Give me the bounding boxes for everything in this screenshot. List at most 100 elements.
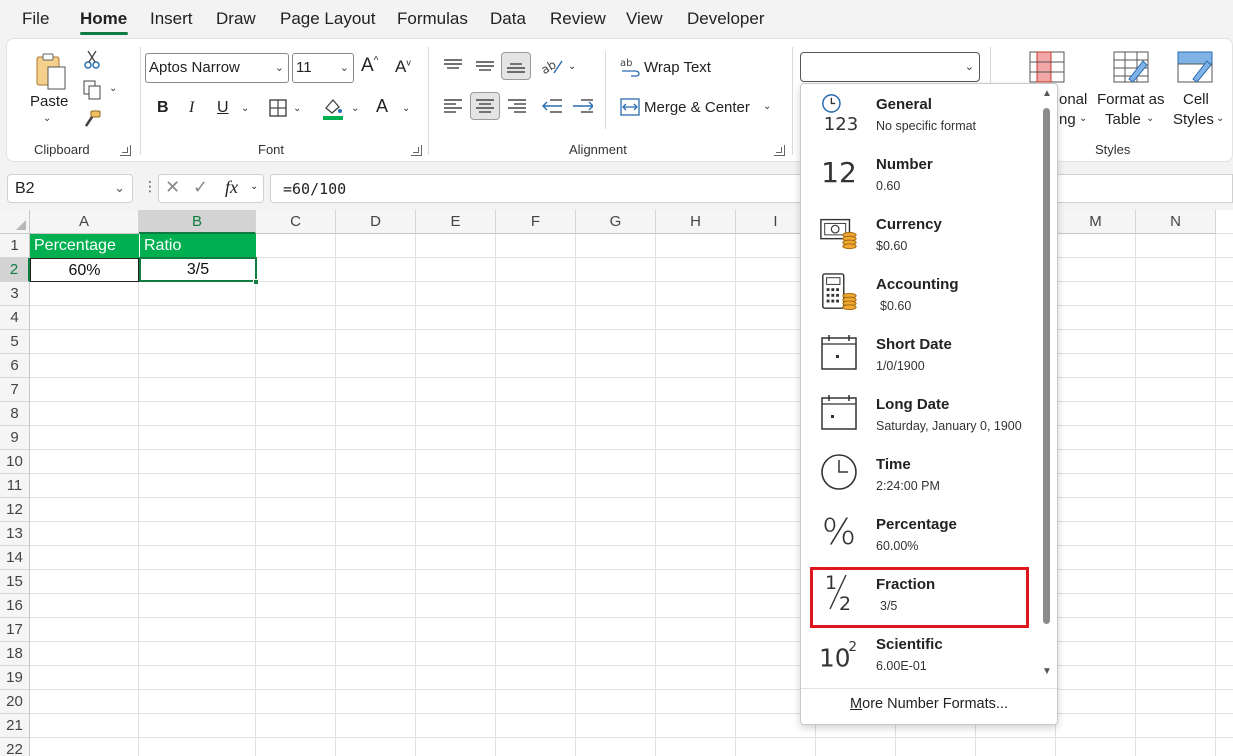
- row-header-6[interactable]: 6: [0, 354, 30, 378]
- increase-indent-icon[interactable]: [571, 95, 595, 117]
- row-header-19[interactable]: 19: [0, 666, 30, 690]
- row-header-22[interactable]: 22: [0, 738, 30, 756]
- row-header-8[interactable]: 8: [0, 402, 30, 426]
- format-as-table-label-2[interactable]: Table: [1105, 111, 1141, 128]
- merge-center-button[interactable]: Merge & Center: [644, 99, 750, 116]
- tab-insert[interactable]: Insert: [150, 9, 193, 29]
- font-launcher-icon[interactable]: [411, 145, 422, 156]
- column-header-d[interactable]: D: [336, 210, 416, 234]
- format-option-long-date[interactable]: Long Date Saturday, January 0, 1900: [801, 384, 1037, 444]
- align-bottom-icon[interactable]: [501, 52, 531, 80]
- borders-chevron-icon[interactable]: ⌄: [293, 103, 301, 114]
- cell-styles-chevron-icon[interactable]: ⌄: [1216, 113, 1224, 124]
- scrollbar-thumb[interactable]: [1043, 108, 1050, 624]
- column-header-n[interactable]: N: [1136, 210, 1216, 234]
- dropdown-scrollbar[interactable]: ▲ ▼: [1041, 88, 1052, 677]
- bold-button[interactable]: B: [157, 99, 169, 117]
- font-size-select[interactable]: 11 ⌄: [292, 53, 354, 83]
- column-header-g[interactable]: G: [576, 210, 656, 234]
- name-box[interactable]: B2 ⌄: [7, 174, 133, 203]
- borders-icon[interactable]: [267, 97, 289, 119]
- cell-b1[interactable]: Ratio: [140, 234, 256, 258]
- tab-home[interactable]: Home: [80, 9, 127, 29]
- fill-color-icon[interactable]: [321, 95, 345, 121]
- increase-font-size-icon[interactable]: A^: [361, 55, 378, 77]
- underline-chevron-icon[interactable]: ⌄: [241, 103, 249, 114]
- align-top-icon[interactable]: [441, 55, 465, 77]
- paste-button[interactable]: Paste: [30, 93, 68, 110]
- row-header-18[interactable]: 18: [0, 642, 30, 666]
- fx-chevron-icon[interactable]: ⌄: [250, 181, 258, 192]
- merge-center-icon[interactable]: [619, 97, 641, 117]
- column-header-c[interactable]: C: [256, 210, 336, 234]
- underline-button[interactable]: U: [217, 99, 229, 117]
- fill-handle[interactable]: [253, 279, 259, 285]
- row-header-21[interactable]: 21: [0, 714, 30, 738]
- tab-draw[interactable]: Draw: [216, 9, 256, 29]
- copy-icon[interactable]: [81, 79, 103, 101]
- format-option-short-date[interactable]: Short Date 1/0/1900: [801, 324, 1037, 384]
- cancel-icon[interactable]: ✕: [165, 177, 180, 198]
- conditional-formatting-icon[interactable]: [1027, 49, 1067, 85]
- enter-check-icon[interactable]: ✓: [193, 177, 208, 198]
- scroll-up-icon[interactable]: ▲: [1042, 88, 1052, 99]
- paste-icon[interactable]: [29, 49, 73, 93]
- row-header-20[interactable]: 20: [0, 690, 30, 714]
- format-option-general[interactable]: 123 General No specific format: [801, 84, 1037, 144]
- conditional-formatting-label-2[interactable]: ng: [1059, 111, 1076, 128]
- column-header-f[interactable]: F: [496, 210, 576, 234]
- column-header-a[interactable]: A: [30, 210, 139, 234]
- row-header-13[interactable]: 13: [0, 522, 30, 546]
- cut-icon[interactable]: [81, 49, 103, 71]
- format-as-table-icon[interactable]: [1111, 49, 1151, 85]
- orientation-icon[interactable]: ab: [540, 55, 564, 77]
- column-header-e[interactable]: E: [416, 210, 496, 234]
- tab-file[interactable]: File: [22, 9, 49, 29]
- column-header-h[interactable]: H: [656, 210, 736, 234]
- paste-chevron-icon[interactable]: ⌄: [43, 113, 51, 124]
- row-header-2[interactable]: 2: [0, 258, 30, 282]
- format-option-scientific[interactable]: 10 2 Scientific 6.00E-01: [801, 624, 1037, 684]
- orientation-chevron-icon[interactable]: ⌄: [568, 61, 576, 72]
- tab-formulas[interactable]: Formulas: [397, 9, 468, 29]
- wrap-text-icon[interactable]: ab: [619, 56, 641, 78]
- cell-a1[interactable]: Percentage: [30, 234, 139, 258]
- row-header-5[interactable]: 5: [0, 330, 30, 354]
- row-header-10[interactable]: 10: [0, 450, 30, 474]
- row-header-4[interactable]: 4: [0, 306, 30, 330]
- row-header-15[interactable]: 15: [0, 570, 30, 594]
- conditional-formatting-chevron-icon[interactable]: ⌄: [1079, 113, 1087, 124]
- align-center-icon[interactable]: [470, 92, 500, 120]
- vertical-dots-icon[interactable]: ⋮: [143, 178, 157, 195]
- font-color-chevron-icon[interactable]: ⌄: [402, 103, 410, 114]
- format-as-table-chevron-icon[interactable]: ⌄: [1146, 113, 1154, 124]
- format-option-time[interactable]: Time 2:24:00 PM: [801, 444, 1037, 504]
- decrease-font-size-icon[interactable]: Av: [395, 57, 411, 77]
- row-header-16[interactable]: 16: [0, 594, 30, 618]
- tab-review[interactable]: Review: [550, 9, 606, 29]
- cell-styles-label[interactable]: Cell: [1183, 91, 1209, 108]
- tab-data[interactable]: Data: [490, 9, 526, 29]
- clipboard-launcher-icon[interactable]: [120, 145, 131, 156]
- column-header-m[interactable]: M: [1056, 210, 1136, 234]
- more-number-formats-link[interactable]: More Number Formats...: [801, 696, 1057, 712]
- format-as-table-label[interactable]: Format as: [1097, 91, 1165, 108]
- align-middle-icon[interactable]: [473, 55, 497, 77]
- format-option-number[interactable]: 12 Number 0.60: [801, 144, 1037, 204]
- format-option-percentage[interactable]: % Percentage 60.00%: [801, 504, 1037, 564]
- cell-styles-icon[interactable]: [1175, 49, 1215, 85]
- decrease-indent-icon[interactable]: [540, 95, 564, 117]
- select-all-corner[interactable]: [0, 210, 30, 234]
- tab-page-layout[interactable]: Page Layout: [280, 9, 375, 29]
- tab-view[interactable]: View: [626, 9, 663, 29]
- row-header-17[interactable]: 17: [0, 618, 30, 642]
- row-header-9[interactable]: 9: [0, 426, 30, 450]
- align-right-icon[interactable]: [505, 95, 529, 117]
- row-header-12[interactable]: 12: [0, 498, 30, 522]
- formula-input[interactable]: =60/100: [270, 174, 1233, 203]
- scroll-down-icon[interactable]: ▼: [1042, 666, 1052, 677]
- font-name-select[interactable]: Aptos Narrow ⌄: [145, 53, 289, 83]
- italic-button[interactable]: I: [189, 99, 194, 117]
- row-header-1[interactable]: 1: [0, 234, 30, 258]
- merge-center-chevron-icon[interactable]: ⌄: [763, 101, 771, 112]
